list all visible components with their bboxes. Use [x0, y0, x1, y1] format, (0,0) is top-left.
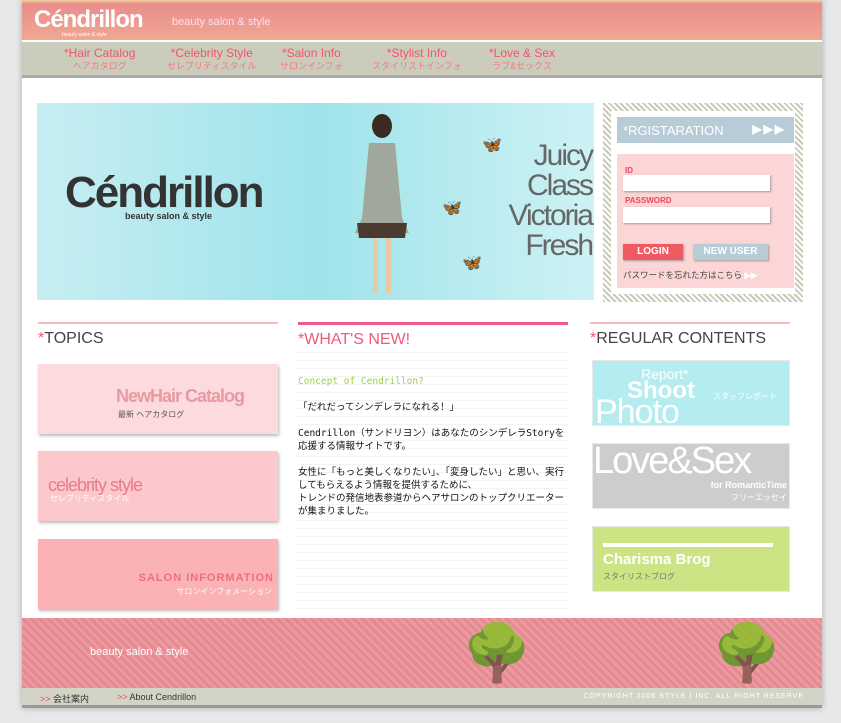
regular-shoot-photo[interactable]: Report* Shoot Photo スタッフレポート: [592, 360, 790, 426]
heading-text: REGULAR CONTENTS: [596, 330, 767, 347]
nav-salon-info[interactable]: *Salon Info サロンインフォ: [280, 47, 343, 73]
card-subtitle: スタッフレポート: [713, 392, 777, 401]
nav-label: *Love & Sex: [489, 46, 556, 60]
nav-sublabel: ヘアカタログ: [72, 61, 127, 71]
hero-word: Class: [526, 169, 594, 202]
id-input[interactable]: [623, 175, 770, 191]
butterfly-icon: 🦋: [462, 255, 482, 272]
site-logo[interactable]: Céndrillon beauty salon & style: [34, 6, 144, 38]
topics-heading: *TOPICS: [38, 322, 278, 348]
regular-contents-heading: *REGULAR CONTENTS: [590, 322, 790, 348]
regular-love-sex[interactable]: Love&Sex for RomanticTime フリーエッセイ: [592, 443, 790, 509]
news-paragraph: トレンドの発信地表参道からヘアサロンのトップクリエーターが集まりました。: [298, 493, 565, 517]
whats-new-content: Concept of Cendrillon? 「だれだってシンデレラになれる！」…: [298, 345, 568, 615]
nav-sublabel: ラブ&セックス: [492, 61, 552, 71]
logo-subtext: beauty salon & style: [62, 32, 107, 38]
hero-word: Fresh: [525, 229, 594, 262]
bottom-bar: >> 会社案内 >> About Cendrillon COPYRIGHT 20…: [22, 688, 822, 708]
page: Céndrillon beauty salon & style beauty sa…: [22, 0, 822, 708]
butterfly-icon: 🦋: [482, 137, 502, 154]
hero-word: Victoria: [508, 199, 594, 232]
about-link[interactable]: >> About Cendrillon: [117, 692, 196, 702]
logo-text: Céndrillon: [34, 6, 144, 33]
forgot-password-link[interactable]: パスワードを忘れた方はこちら ▶▶: [623, 269, 757, 281]
footer-tagline: beauty salon & style: [90, 646, 189, 658]
card-subtitle: 最新 ヘアカタログ: [118, 410, 185, 419]
news-paragraph: Cendrillon（サンドリヨン）はあなたのシンデレラStoryを応援する情報…: [298, 428, 565, 452]
card-subtitle: サロンインフォメーション: [176, 587, 272, 596]
concept-heading: Concept of Cendrillon?: [298, 376, 424, 387]
main-nav: *Hair Catalog ヘアカタログ *Celebrity Style セレブリ…: [22, 42, 822, 78]
card-subtitle: フリーエッセイ: [731, 493, 787, 502]
arrows-icon: ▶▶▶: [752, 122, 786, 136]
footer-banner: beauty salon & style 🌳 🌳: [22, 618, 822, 688]
nav-celebrity-style[interactable]: *Celebrity Style セレブリティスタイル: [167, 47, 256, 73]
registration-panel: *RGISTARATION ▶▶▶ ID PASSWORD LOGIN NEW U…: [603, 103, 803, 302]
topic-card-new-hair-catalog[interactable]: NewHair Catalog 最新 ヘアカタログ: [38, 364, 278, 434]
registration-title: *RGISTARATION: [623, 123, 724, 138]
butterfly-icon: 🦋: [442, 200, 462, 217]
nav-hair-catalog[interactable]: *Hair Catalog ヘアカタログ: [64, 47, 135, 73]
heading-text: TOPICS: [44, 330, 104, 347]
nav-sublabel: サロンインフォ: [280, 61, 343, 71]
password-input[interactable]: [623, 207, 770, 223]
topic-card-salon-information[interactable]: SALON INFORMATION サロンインフォメーション: [38, 539, 278, 609]
card-title: Photo: [595, 393, 680, 426]
tree-icon: 🌳: [712, 621, 782, 684]
card-title: for RomanticTime: [710, 480, 787, 490]
hero-words: Juicy Class Victoria Fresh: [508, 139, 594, 262]
header-tagline: beauty salon & style: [172, 16, 271, 28]
forgot-text: パスワードを忘れた方はこちら: [623, 270, 743, 280]
company-info-link[interactable]: >> 会社案内: [40, 692, 89, 705]
login-button[interactable]: LOGIN: [623, 244, 683, 260]
new-user-button[interactable]: NEW USER: [693, 244, 768, 260]
card-title: Love&Sex: [593, 443, 752, 482]
id-label: ID: [625, 166, 633, 175]
nav-label: *Hair Catalog: [64, 46, 136, 60]
topic-card-celebrity-style[interactable]: celebrity style セレブリティスタイル: [38, 451, 278, 521]
password-label: PASSWORD: [625, 196, 672, 205]
nav-label: *Celebrity Style: [170, 46, 253, 60]
card-subtitle: スタイリストブログ: [603, 572, 675, 581]
model-photo: [355, 114, 409, 293]
card-subtitle: セレブリティスタイル: [50, 494, 130, 503]
header: Céndrillon beauty salon & style beauty sa…: [22, 0, 822, 42]
arrows-icon: ▶▶: [744, 270, 758, 280]
tree-icon: 🌳: [462, 621, 532, 684]
news-paragraph: 「だれだってシンデレラになれる！」: [298, 402, 460, 413]
news-paragraph: 女性に「もっと美しくなりたい」、「変身したい」と思い、実行してもらえるよう情報を…: [298, 467, 565, 491]
card-title: NewHair Catalog: [116, 386, 245, 406]
link-text: 会社案内: [53, 694, 90, 704]
nav-label: *Salon Info: [282, 46, 341, 60]
arrow-icon: >>: [40, 694, 51, 704]
divider: [603, 543, 773, 547]
card-title: Charisma Brog: [603, 551, 711, 568]
link-text: About Cendrillon: [129, 692, 197, 702]
card-title: SALON INFORMATION: [138, 572, 274, 584]
nav-love-sex[interactable]: *Love & Sex ラブ&セックス: [489, 47, 555, 73]
hero-subtitle: beauty salon & style: [125, 211, 213, 221]
regular-charisma-blog[interactable]: Charisma Brog スタイリストブログ: [592, 526, 790, 592]
arrow-icon: >>: [117, 692, 128, 702]
nav-sublabel: セレブリティスタイル: [167, 61, 257, 71]
nav-label: *Stylist Info: [386, 46, 447, 60]
nav-stylist-info[interactable]: *Stylist Info スタイリストインフォ: [372, 47, 462, 73]
nav-sublabel: スタイリストインフォ: [372, 61, 462, 71]
copyright: COPYRIGHT 2006 STYLE I INC. ALL RIGHT RE…: [583, 693, 804, 700]
registration-header: *RGISTARATION ▶▶▶: [617, 117, 794, 143]
hero-banner: Céndrillon beauty salon & style Juicy Cla…: [37, 103, 594, 300]
hero-word: Juicy: [533, 139, 594, 172]
